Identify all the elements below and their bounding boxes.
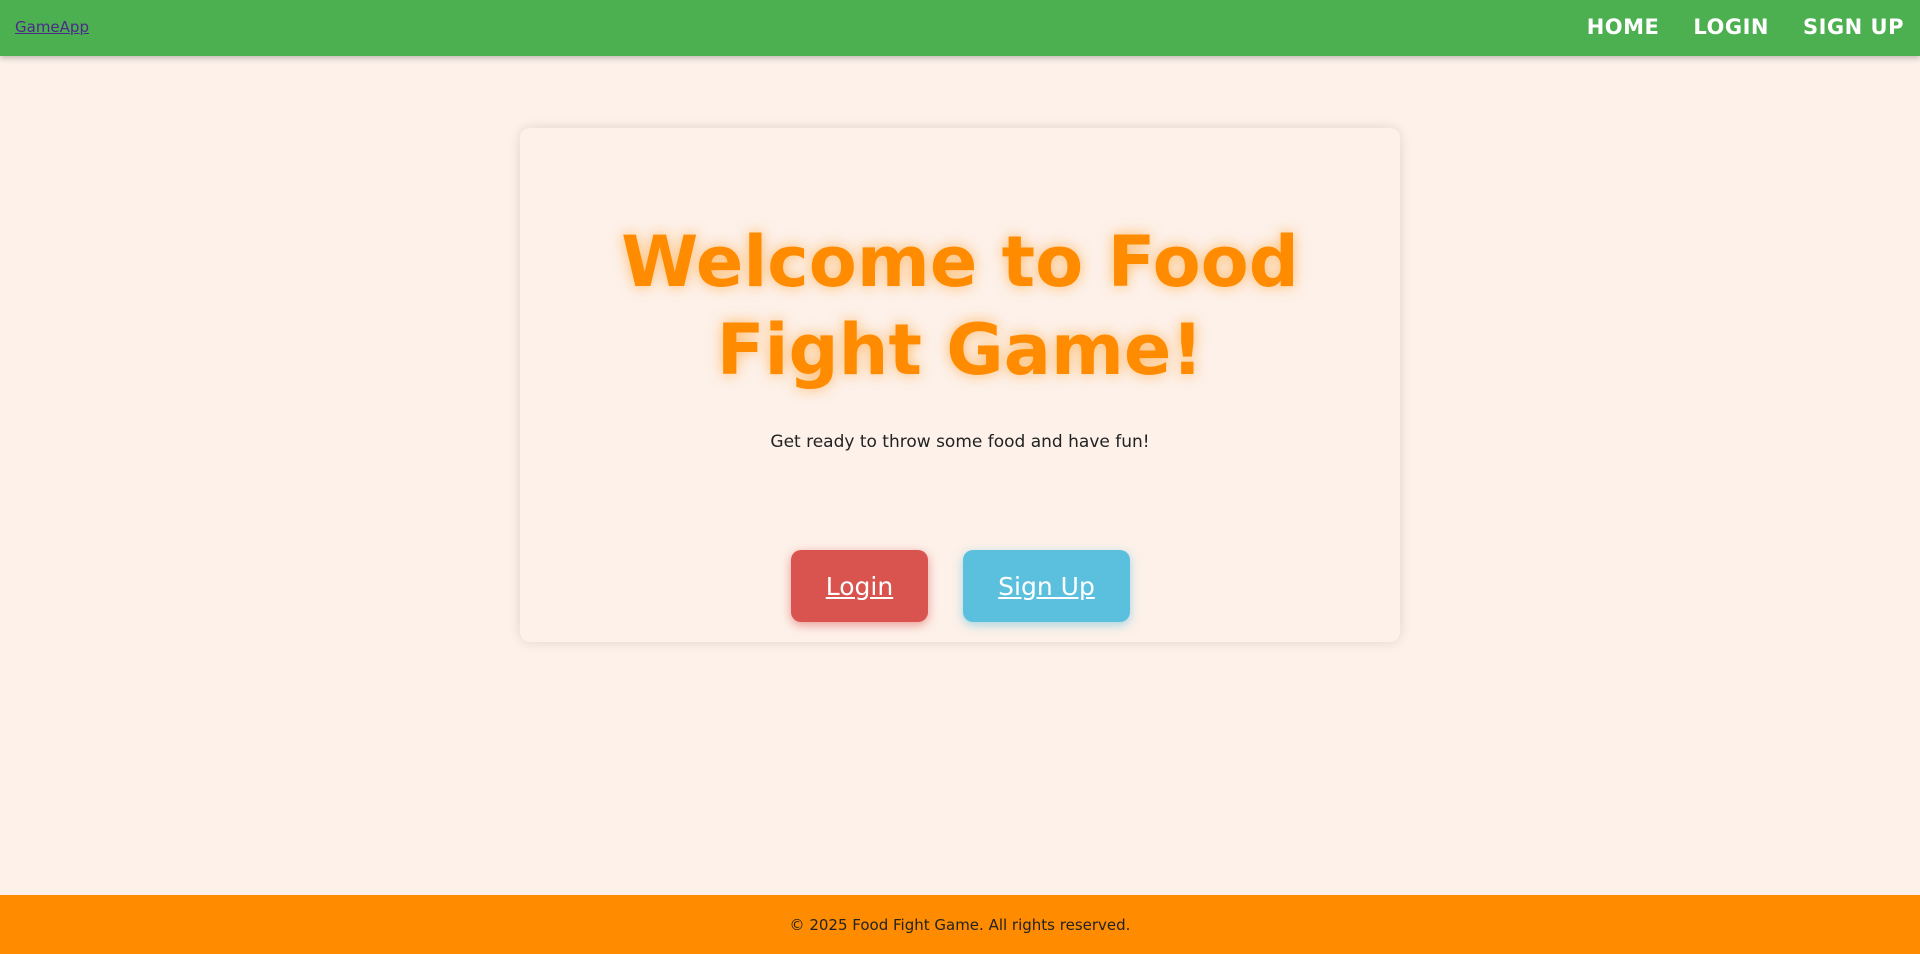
- nav-links: HOME LOGIN SIGN UP: [1587, 15, 1904, 39]
- footer: © 2025 Food Fight Game. All rights reser…: [0, 895, 1920, 954]
- nav-login-link[interactable]: LOGIN: [1693, 15, 1769, 39]
- brand-link[interactable]: GameApp: [15, 18, 89, 36]
- copyright-text: © 2025 Food Fight Game. All rights reser…: [789, 915, 1131, 934]
- nav-home-link[interactable]: HOME: [1587, 15, 1660, 39]
- welcome-card: Welcome to Food Fight Game! Get ready to…: [520, 128, 1400, 642]
- login-button[interactable]: Login: [791, 550, 928, 622]
- signup-button[interactable]: Sign Up: [963, 550, 1130, 622]
- page-subtitle: Get ready to throw some food and have fu…: [770, 432, 1150, 452]
- top-navbar: GameApp HOME LOGIN SIGN UP: [0, 0, 1920, 56]
- page-title: Welcome to Food Fight Game!: [621, 221, 1299, 391]
- nav-signup-link[interactable]: SIGN UP: [1803, 15, 1904, 39]
